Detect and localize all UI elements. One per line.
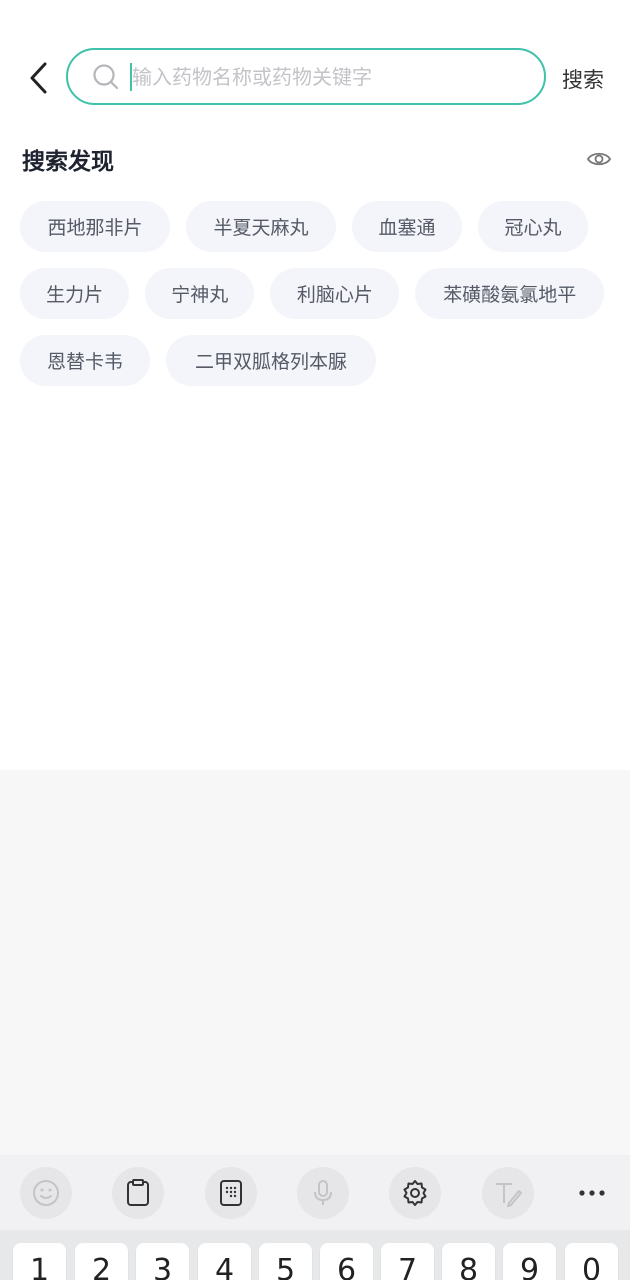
chip-metformin-glibenclamide[interactable]: 二甲双胍格列本脲 [166,335,376,386]
clipboard-icon[interactable] [112,1167,164,1219]
chevron-left-icon [30,62,47,94]
chip-amlodipine[interactable]: 苯磺酸氨氯地平 [415,268,604,319]
search-icon [92,63,120,91]
back-button[interactable] [18,58,58,98]
chip-xidinafei[interactable]: 西地那非片 [20,201,170,252]
handwriting-icon[interactable] [482,1167,534,1219]
settings-icon[interactable] [389,1167,441,1219]
key-8[interactable]: 8 [442,1243,495,1280]
chip-linaoxinpian[interactable]: 利脑心片 [270,268,400,319]
discover-header: 搜索发现 [22,142,612,178]
chip-xuesaitong[interactable]: 血塞通 [352,201,462,252]
chip-banxiatianma[interactable]: 半夏天麻丸 [186,201,336,252]
number-key-row: 1 2 3 4 5 6 7 8 9 0 [0,1230,630,1280]
key-6[interactable]: 6 [320,1243,373,1280]
more-icon[interactable] [566,1167,618,1219]
key-9[interactable]: 9 [503,1243,556,1280]
key-4[interactable]: 4 [198,1243,251,1280]
search-input[interactable] [132,64,512,89]
microphone-icon[interactable] [297,1167,349,1219]
emoji-icon[interactable] [20,1167,72,1219]
chip-shenglipian[interactable]: 生力片 [20,268,130,319]
chip-entecavir[interactable]: 恩替卡韦 [20,335,150,386]
chip-row: 恩替卡韦 二甲双胍格列本脲 [20,335,620,386]
discover-chips: 西地那非片 半夏天麻丸 血塞通 冠心丸 生力片 宁神丸 利脑心片 苯磺酸氨氯地平… [20,201,620,402]
soft-keyboard: 1 2 3 4 5 6 7 8 9 0 [0,770,630,1280]
key-2[interactable]: 2 [75,1243,128,1280]
search-header: 搜索 [0,0,630,130]
chip-row: 西地那非片 半夏天麻丸 血塞通 冠心丸 [20,201,620,252]
discover-title: 搜索发现 [22,149,114,175]
eye-icon[interactable] [586,146,612,172]
key-3[interactable]: 3 [136,1243,189,1280]
chip-ningshenwan[interactable]: 宁神丸 [145,268,255,319]
key-0[interactable]: 0 [565,1243,618,1280]
key-7[interactable]: 7 [381,1243,434,1280]
keypad-icon[interactable] [205,1167,257,1219]
key-1[interactable]: 1 [13,1243,66,1280]
search-button[interactable]: 搜索 [562,64,604,94]
chip-guanxinwan[interactable]: 冠心丸 [478,201,588,252]
search-box[interactable] [66,48,546,105]
keyboard-toolbar [0,1155,630,1230]
chip-row: 生力片 宁神丸 利脑心片 苯磺酸氨氯地平 [20,268,620,319]
key-5[interactable]: 5 [259,1243,312,1280]
